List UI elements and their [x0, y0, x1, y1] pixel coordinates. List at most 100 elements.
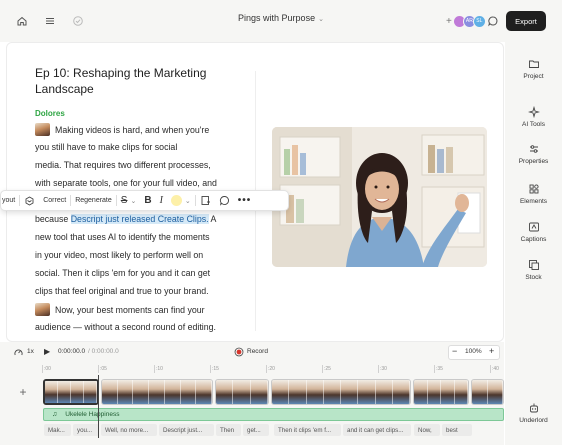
italic-button[interactable]: I	[156, 191, 167, 210]
speaker-label[interactable]: Dolores	[35, 109, 65, 118]
scene-thumbnail[interactable]	[35, 303, 50, 316]
panel-properties-label: Properties	[518, 158, 549, 165]
clip-frame-thumbnail	[272, 380, 290, 404]
add-collaborator-icon[interactable]: +	[446, 16, 452, 27]
highlight-color-dropdown[interactable]: ⌄	[167, 191, 195, 210]
caption-chip[interactable]: Descript just...	[159, 424, 214, 436]
regenerate-button[interactable]: Regenerate	[71, 191, 116, 210]
chevron-down-icon: ⌄	[130, 197, 137, 205]
record-icon[interactable]	[234, 347, 244, 359]
clip-frame-thumbnail	[472, 380, 488, 404]
current-timecode: 0:00:00.0	[58, 348, 86, 355]
transcript-text: in your video, most likely to perform we…	[35, 250, 204, 260]
transcript-line[interactable]: new tool that uses AI to identify the mo…	[35, 231, 210, 243]
audio-clip-label: Ukelele Happiness	[65, 411, 120, 418]
bold-button[interactable]: B	[140, 191, 155, 210]
audio-clip[interactable]: ♫ Ukelele Happiness	[43, 408, 504, 421]
play-icon[interactable]: ▶	[44, 347, 50, 356]
ruler-tick-label: :10	[156, 366, 163, 372]
transcript-line[interactable]: in your video, most likely to perform we…	[35, 249, 203, 261]
panel-captions[interactable]: Captions	[505, 221, 562, 243]
video-clip[interactable]	[215, 379, 269, 405]
transcript-line[interactable]: because Descript just released Create Cl…	[35, 213, 216, 225]
video-clip[interactable]	[471, 379, 504, 405]
transcript-text: you still have to make clips for social	[35, 142, 178, 152]
caption-chip[interactable]: and it can get clips...	[343, 424, 411, 436]
playback-speed[interactable]: 1x	[27, 348, 34, 355]
export-button[interactable]: Export	[506, 11, 546, 31]
transcript-line[interactable]: with separate tools, one for your full v…	[35, 177, 217, 189]
transcript-line[interactable]: you still have to make clips for social	[35, 141, 177, 153]
caption-chip[interactable]: Then it clips 'em f...	[274, 424, 341, 436]
captions-icon	[528, 222, 539, 232]
clip-frame-thumbnail	[375, 380, 393, 404]
video-frame-image	[272, 127, 487, 267]
correct-button[interactable]: Correct	[39, 191, 70, 210]
strikethrough-dropdown[interactable]: S ⌄	[117, 191, 141, 210]
video-clip[interactable]	[413, 379, 469, 405]
record-button[interactable]: Record	[247, 348, 268, 355]
clip-frame-thumbnail	[392, 380, 410, 404]
timeline-ruler[interactable]: :00:05:10:15:20:25:30:35:40	[42, 365, 504, 375]
playhead[interactable]	[98, 375, 99, 438]
ruler-tick-label: :35	[436, 366, 443, 372]
ruler-tick-mark	[266, 365, 267, 373]
panel-elements[interactable]: Elements	[505, 183, 562, 205]
caption-chip[interactable]: get...	[243, 424, 269, 436]
caption-chip[interactable]: you...	[73, 424, 99, 436]
stock-media-icon	[528, 260, 539, 270]
add-scene-icon[interactable]	[196, 191, 215, 210]
ai-sparkle-icon[interactable]	[20, 191, 39, 210]
panel-underlord[interactable]: Underlord	[505, 402, 562, 424]
zoom-in-button[interactable]: +	[489, 346, 494, 356]
panel-stock[interactable]: Stock	[505, 259, 562, 281]
zoom-out-button[interactable]: −	[452, 346, 457, 356]
caption-chip[interactable]: Now,	[414, 424, 440, 436]
caption-chip[interactable]: Then	[216, 424, 241, 436]
add-track-button[interactable]: +	[14, 383, 32, 401]
scene-thumbnail[interactable]	[35, 123, 50, 136]
transcript-text: social. Then it clips 'em for you and it…	[35, 268, 211, 278]
clip-frame-thumbnail	[149, 380, 165, 404]
video-clip[interactable]	[101, 379, 213, 405]
panel-elements-label: Elements	[519, 198, 548, 205]
caption-chip[interactable]: Mak...	[44, 424, 71, 436]
ruler-tick-mark	[42, 365, 43, 373]
transcript-line[interactable]: media. That requires two different proce…	[35, 159, 211, 171]
caption-chip[interactable]: best	[442, 424, 472, 436]
transcript-line[interactable]: audience — without a second round of edi…	[35, 321, 216, 333]
clip-frame-thumbnail	[358, 380, 376, 404]
video-preview[interactable]	[272, 127, 487, 267]
clip-frame-thumbnail	[102, 380, 118, 404]
panel-ai-tools-label: AI Tools	[521, 121, 545, 128]
video-clip[interactable]	[43, 379, 99, 405]
panel-stock-label: Stock	[525, 274, 542, 281]
panel-properties[interactable]: Properties	[505, 143, 562, 165]
clip-frame-thumbnail	[216, 380, 234, 404]
selected-text[interactable]: Descript just released Create Clips.	[70, 214, 209, 224]
transcript-line[interactable]: Making videos is hard, and when you're	[35, 123, 209, 136]
comments-icon[interactable]	[485, 13, 501, 29]
episode-title[interactable]: Ep 10: Reshaping the Marketing Landscape	[35, 65, 235, 97]
more-options-icon[interactable]: •••	[234, 191, 256, 210]
ruler-tick-mark	[154, 365, 155, 373]
layout-button[interactable]: yout	[1, 191, 19, 210]
panel-ai-tools[interactable]: AI Tools	[505, 106, 562, 128]
speed-gauge-icon[interactable]	[14, 348, 23, 359]
collaborator-avatars[interactable]: + AR SL	[446, 13, 486, 29]
transcript-line[interactable]: clips that feel original and true to you…	[35, 285, 209, 297]
transcript-line[interactable]: Now, your best moments can find your	[35, 303, 205, 316]
ruler-tick-label: :15	[212, 366, 219, 372]
comment-icon[interactable]	[215, 191, 234, 210]
transcript-line[interactable]: social. Then it clips 'em for you and it…	[35, 267, 210, 279]
music-note-icon: ♫	[52, 411, 58, 418]
panel-project[interactable]: Project	[505, 58, 562, 80]
chevron-down-icon: ⌄	[184, 197, 191, 205]
video-clip[interactable]	[271, 379, 411, 405]
ruler-tick-mark	[490, 365, 491, 373]
avatar: SL	[472, 14, 486, 28]
ruler-tick-mark	[378, 365, 379, 373]
panel-captions-label: Captions	[520, 236, 547, 243]
caption-chip[interactable]: Well, no more...	[101, 424, 157, 436]
transcript-text: media. That requires two different proce…	[35, 160, 211, 170]
